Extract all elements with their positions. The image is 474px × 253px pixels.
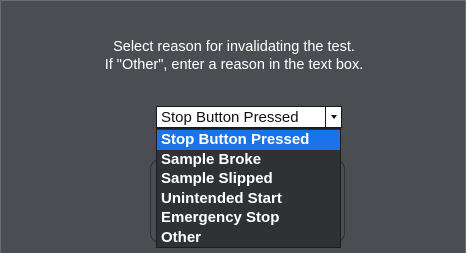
reason-dropdown-list: Stop Button Pressed Sample Broke Sample … [156, 128, 341, 248]
option-sample-broke[interactable]: Sample Broke [157, 150, 340, 170]
option-emergency-stop[interactable]: Emergency Stop [157, 208, 340, 228]
option-other[interactable]: Other [157, 228, 340, 248]
reason-select-value: Stop Button Pressed [161, 109, 299, 126]
prompt-line-2: If "Other", enter a reason in the text b… [104, 57, 364, 73]
reason-select[interactable]: Stop Button Pressed [156, 106, 342, 128]
option-sample-slipped[interactable]: Sample Slipped [157, 169, 340, 189]
option-unintended-start[interactable]: Unintended Start [157, 189, 340, 209]
chevron-down-icon[interactable] [325, 107, 341, 127]
prompt-line-1: Select reason for invalidating the test. [113, 39, 355, 55]
option-stop-button-pressed[interactable]: Stop Button Pressed [157, 130, 340, 150]
